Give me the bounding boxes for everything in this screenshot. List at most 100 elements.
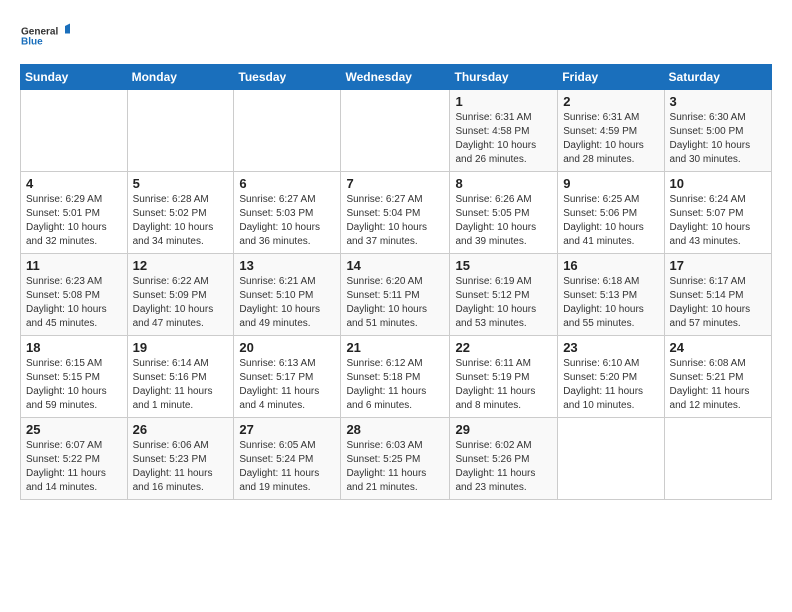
day-number: 7 xyxy=(346,176,444,191)
calendar-cell xyxy=(21,90,128,172)
calendar-cell: 25 Sunrise: 6:07 AM Sunset: 5:22 PM Dayli… xyxy=(21,418,128,500)
calendar-cell: 14 Sunrise: 6:20 AM Sunset: 5:11 PM Dayli… xyxy=(341,254,450,336)
calendar-cell: 7 Sunrise: 6:27 AM Sunset: 5:04 PM Daylig… xyxy=(341,172,450,254)
weekday-header: Friday xyxy=(558,65,664,90)
day-number: 20 xyxy=(239,340,335,355)
day-number: 24 xyxy=(670,340,766,355)
weekday-header: Tuesday xyxy=(234,65,341,90)
calendar-cell: 10 Sunrise: 6:24 AM Sunset: 5:07 PM Dayli… xyxy=(664,172,771,254)
day-info: Sunrise: 6:11 AM Sunset: 5:19 PM Dayligh… xyxy=(455,357,552,413)
calendar-week-row: 11 Sunrise: 6:23 AM Sunset: 5:08 PM Dayli… xyxy=(21,254,772,336)
day-number: 13 xyxy=(239,258,335,273)
weekday-header: Wednesday xyxy=(341,65,450,90)
day-number: 11 xyxy=(26,258,122,273)
day-info: Sunrise: 6:07 AM Sunset: 5:22 PM Dayligh… xyxy=(26,439,122,495)
day-number: 10 xyxy=(670,176,766,191)
day-info: Sunrise: 6:13 AM Sunset: 5:17 PM Dayligh… xyxy=(239,357,335,413)
day-info: Sunrise: 6:06 AM Sunset: 5:23 PM Dayligh… xyxy=(133,439,229,495)
calendar-cell: 15 Sunrise: 6:19 AM Sunset: 5:12 PM Dayli… xyxy=(450,254,558,336)
svg-text:General: General xyxy=(21,27,58,38)
day-number: 23 xyxy=(563,340,658,355)
calendar-cell: 2 Sunrise: 6:31 AM Sunset: 4:59 PM Daylig… xyxy=(558,90,664,172)
day-number: 29 xyxy=(455,422,552,437)
calendar-cell: 26 Sunrise: 6:06 AM Sunset: 5:23 PM Dayli… xyxy=(127,418,234,500)
day-info: Sunrise: 6:25 AM Sunset: 5:06 PM Dayligh… xyxy=(563,193,658,249)
weekday-header: Monday xyxy=(127,65,234,90)
day-info: Sunrise: 6:12 AM Sunset: 5:18 PM Dayligh… xyxy=(346,357,444,413)
calendar-cell: 11 Sunrise: 6:23 AM Sunset: 5:08 PM Dayli… xyxy=(21,254,128,336)
day-info: Sunrise: 6:05 AM Sunset: 5:24 PM Dayligh… xyxy=(239,439,335,495)
day-info: Sunrise: 6:18 AM Sunset: 5:13 PM Dayligh… xyxy=(563,275,658,331)
calendar-cell: 24 Sunrise: 6:08 AM Sunset: 5:21 PM Dayli… xyxy=(664,336,771,418)
calendar-cell: 12 Sunrise: 6:22 AM Sunset: 5:09 PM Dayli… xyxy=(127,254,234,336)
day-info: Sunrise: 6:22 AM Sunset: 5:09 PM Dayligh… xyxy=(133,275,229,331)
day-info: Sunrise: 6:19 AM Sunset: 5:12 PM Dayligh… xyxy=(455,275,552,331)
calendar-cell: 6 Sunrise: 6:27 AM Sunset: 5:03 PM Daylig… xyxy=(234,172,341,254)
day-info: Sunrise: 6:03 AM Sunset: 5:25 PM Dayligh… xyxy=(346,439,444,495)
day-number: 17 xyxy=(670,258,766,273)
day-info: Sunrise: 6:10 AM Sunset: 5:20 PM Dayligh… xyxy=(563,357,658,413)
calendar-week-row: 4 Sunrise: 6:29 AM Sunset: 5:01 PM Daylig… xyxy=(21,172,772,254)
day-info: Sunrise: 6:17 AM Sunset: 5:14 PM Dayligh… xyxy=(670,275,766,331)
calendar-cell: 9 Sunrise: 6:25 AM Sunset: 5:06 PM Daylig… xyxy=(558,172,664,254)
day-info: Sunrise: 6:15 AM Sunset: 5:15 PM Dayligh… xyxy=(26,357,122,413)
weekday-header-row: SundayMondayTuesdayWednesdayThursdayFrid… xyxy=(21,65,772,90)
day-info: Sunrise: 6:08 AM Sunset: 5:21 PM Dayligh… xyxy=(670,357,766,413)
calendar-cell: 8 Sunrise: 6:26 AM Sunset: 5:05 PM Daylig… xyxy=(450,172,558,254)
calendar-cell: 16 Sunrise: 6:18 AM Sunset: 5:13 PM Dayli… xyxy=(558,254,664,336)
day-number: 6 xyxy=(239,176,335,191)
calendar-cell: 5Sunrise: 6:28 AM Sunset: 5:02 PM Daylig… xyxy=(127,172,234,254)
calendar-cell: 23 Sunrise: 6:10 AM Sunset: 5:20 PM Dayli… xyxy=(558,336,664,418)
calendar-cell: 1 Sunrise: 6:31 AM Sunset: 4:58 PM Daylig… xyxy=(450,90,558,172)
day-number: 16 xyxy=(563,258,658,273)
day-info: Sunrise: 6:23 AM Sunset: 5:08 PM Dayligh… xyxy=(26,275,122,331)
calendar-cell xyxy=(341,90,450,172)
day-info: Sunrise: 6:27 AM Sunset: 5:04 PM Dayligh… xyxy=(346,193,444,249)
weekday-header: Sunday xyxy=(21,65,128,90)
day-info: Sunrise: 6:02 AM Sunset: 5:26 PM Dayligh… xyxy=(455,439,552,495)
day-info: Sunrise: 6:26 AM Sunset: 5:05 PM Dayligh… xyxy=(455,193,552,249)
calendar-cell: 4 Sunrise: 6:29 AM Sunset: 5:01 PM Daylig… xyxy=(21,172,128,254)
day-number: 22 xyxy=(455,340,552,355)
calendar-cell xyxy=(664,418,771,500)
day-number: 2 xyxy=(563,94,658,109)
day-info: Sunrise: 6:31 AM Sunset: 4:58 PM Dayligh… xyxy=(455,111,552,167)
day-number: 4 xyxy=(26,176,122,191)
weekday-header: Thursday xyxy=(450,65,558,90)
calendar-cell xyxy=(234,90,341,172)
calendar-cell: 29 Sunrise: 6:02 AM Sunset: 5:26 PM Dayli… xyxy=(450,418,558,500)
day-info: Sunrise: 6:24 AM Sunset: 5:07 PM Dayligh… xyxy=(670,193,766,249)
day-info: Sunrise: 6:21 AM Sunset: 5:10 PM Dayligh… xyxy=(239,275,335,331)
calendar-week-row: 1 Sunrise: 6:31 AM Sunset: 4:58 PM Daylig… xyxy=(21,90,772,172)
day-info: Sunrise: 6:27 AM Sunset: 5:03 PM Dayligh… xyxy=(239,193,335,249)
calendar-cell: 28 Sunrise: 6:03 AM Sunset: 5:25 PM Dayli… xyxy=(341,418,450,500)
day-number: 27 xyxy=(239,422,335,437)
page-header: General Blue xyxy=(20,16,772,56)
day-info: Sunrise: 6:31 AM Sunset: 4:59 PM Dayligh… xyxy=(563,111,658,167)
day-info: Sunrise: 6:29 AM Sunset: 5:01 PM Dayligh… xyxy=(26,193,122,249)
day-info: Sunrise: 6:14 AM Sunset: 5:16 PM Dayligh… xyxy=(133,357,229,413)
day-number: 25 xyxy=(26,422,122,437)
day-number: 12 xyxy=(133,258,229,273)
day-number: 5 xyxy=(133,176,229,191)
day-number: 14 xyxy=(346,258,444,273)
calendar-cell: 18Sunrise: 6:15 AM Sunset: 5:15 PM Dayli… xyxy=(21,336,128,418)
day-number: 15 xyxy=(455,258,552,273)
day-number: 1 xyxy=(455,94,552,109)
calendar-cell: 3Sunrise: 6:30 AM Sunset: 5:00 PM Daylig… xyxy=(664,90,771,172)
calendar-cell: 19 Sunrise: 6:14 AM Sunset: 5:16 PM Dayli… xyxy=(127,336,234,418)
day-number: 19 xyxy=(133,340,229,355)
calendar-cell: 27 Sunrise: 6:05 AM Sunset: 5:24 PM Dayli… xyxy=(234,418,341,500)
calendar-week-row: 18Sunrise: 6:15 AM Sunset: 5:15 PM Dayli… xyxy=(21,336,772,418)
calendar-cell: 22 Sunrise: 6:11 AM Sunset: 5:19 PM Dayli… xyxy=(450,336,558,418)
logo-svg: General Blue xyxy=(20,16,70,56)
day-number: 26 xyxy=(133,422,229,437)
svg-text:Blue: Blue xyxy=(21,37,43,48)
day-number: 9 xyxy=(563,176,658,191)
day-info: Sunrise: 6:20 AM Sunset: 5:11 PM Dayligh… xyxy=(346,275,444,331)
calendar-cell: 20 Sunrise: 6:13 AM Sunset: 5:17 PM Dayli… xyxy=(234,336,341,418)
calendar-cell: 21Sunrise: 6:12 AM Sunset: 5:18 PM Dayli… xyxy=(341,336,450,418)
day-number: 28 xyxy=(346,422,444,437)
day-number: 8 xyxy=(455,176,552,191)
weekday-header: Saturday xyxy=(664,65,771,90)
